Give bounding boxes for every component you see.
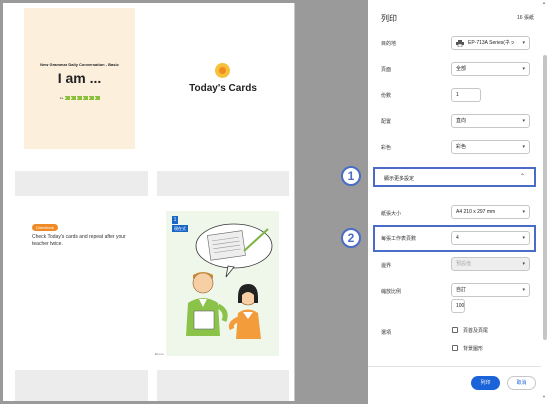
directions-text: Check Today's cards and repeat after you… bbox=[32, 234, 126, 247]
pages-value: 全部 bbox=[456, 66, 467, 72]
scale-label: 縮放比例 bbox=[381, 289, 402, 295]
chevron-down-icon: ▾ bbox=[522, 209, 525, 215]
cover-level-code: Lv. 1 1 1 1 1 1 bbox=[60, 96, 100, 100]
more-settings-label: 顯示更多設定 bbox=[384, 176, 415, 182]
options-label: 選項 bbox=[381, 330, 392, 336]
scale-value: 自訂 bbox=[456, 287, 467, 293]
cover-level-block: 1 bbox=[88, 96, 94, 100]
scale-input[interactable]: 100 bbox=[451, 299, 465, 313]
scroll-down-arrow[interactable]: ▼ bbox=[542, 394, 546, 399]
cover-level-block: 1 bbox=[70, 96, 76, 100]
callout-2: 2 bbox=[341, 228, 361, 248]
color-label: 彩色 bbox=[381, 145, 392, 151]
pages-label: 頁面 bbox=[381, 67, 392, 73]
pages-per-sheet-value: 4 bbox=[456, 235, 459, 241]
cover-title: I am ... bbox=[57, 70, 102, 86]
paper-size-select[interactable]: A4 210 x 297 mm ▾ bbox=[451, 205, 530, 219]
sheet-count: 16 張紙 bbox=[517, 15, 534, 21]
layout-value: 直向 bbox=[456, 118, 467, 124]
scrollbar-thumb[interactable] bbox=[543, 55, 547, 340]
print-settings-panel: 列印 16 張紙 目的地 EP-713A Series(ネッ ▾ 頁面 全部 ▾… bbox=[368, 0, 550, 404]
cover-level-prefix: Lv. bbox=[60, 96, 64, 100]
illustration-image bbox=[186, 223, 273, 339]
preview-card-placeholder bbox=[15, 370, 148, 401]
margins-label: 邊界 bbox=[381, 263, 392, 269]
paper-size-label: 紙張大小 bbox=[381, 211, 402, 217]
destination-label: 目的地 bbox=[381, 41, 397, 47]
chevron-up-icon: ⌃ bbox=[519, 174, 525, 180]
destination-select[interactable]: EP-713A Series(ネッ ▾ bbox=[451, 36, 530, 50]
todays-cards-title: Today's Cards bbox=[189, 83, 257, 94]
destination-value: EP-713A Series(ネッ bbox=[468, 40, 515, 46]
more-settings-toggle[interactable]: 顯示更多設定 ⌃ bbox=[373, 167, 536, 187]
chevron-down-icon: ▾ bbox=[522, 235, 525, 241]
chevron-down-icon: ▾ bbox=[522, 66, 525, 72]
copies-input[interactable]: 1 bbox=[451, 88, 481, 102]
footer-divider bbox=[368, 366, 541, 367]
directions-badge: Directions bbox=[32, 224, 58, 231]
scale-select[interactable]: 自訂 ▾ bbox=[451, 283, 530, 297]
chevron-down-icon: ▾ bbox=[522, 144, 525, 150]
print-title: 列印 bbox=[381, 14, 397, 23]
preview-card-placeholder bbox=[15, 171, 148, 196]
preview-card-illustration: 1 現在式 bbox=[166, 211, 279, 356]
layout-label: 配置 bbox=[381, 119, 392, 125]
preview-card-placeholder bbox=[157, 370, 289, 401]
printer-icon bbox=[456, 40, 464, 47]
cover-level-block: 1 bbox=[76, 96, 82, 100]
cover-level-block: 1 bbox=[94, 96, 100, 100]
cover-series-text: New Grammar Daily Conversation - Basic bbox=[40, 62, 119, 67]
chevron-down-icon: ▾ bbox=[522, 261, 525, 267]
layout-select[interactable]: 直向 ▾ bbox=[451, 114, 530, 128]
print-button[interactable]: 列印 bbox=[471, 376, 500, 390]
chevron-down-icon: ▾ bbox=[522, 118, 525, 124]
cancel-button[interactable]: 取消 bbox=[507, 376, 536, 390]
print-preview: New Grammar Daily Conversation - Basic I… bbox=[0, 0, 367, 404]
cover-level-block: 1 bbox=[82, 96, 88, 100]
pages-per-sheet-select[interactable]: 4 ▾ bbox=[451, 231, 530, 245]
callout-1: 1 bbox=[341, 166, 361, 186]
color-value: 彩色 bbox=[456, 144, 467, 150]
background-graphics-checkbox[interactable] bbox=[452, 345, 458, 351]
scroll-up-arrow[interactable]: ▲ bbox=[542, 0, 546, 5]
headers-footers-label: 頁首及頁尾 bbox=[463, 328, 489, 334]
pages-per-sheet-label: 每張工作表頁數 bbox=[381, 236, 417, 242]
margins-value: 預設值 bbox=[456, 261, 472, 267]
preview-page: New Grammar Daily Conversation - Basic I… bbox=[3, 3, 295, 401]
illustration-credit: Ern.co bbox=[155, 352, 164, 356]
color-select[interactable]: 彩色 ▾ bbox=[451, 140, 530, 154]
preview-card-placeholder bbox=[157, 171, 289, 196]
cover-level-block: 1 bbox=[64, 96, 70, 100]
preview-card-cover: New Grammar Daily Conversation - Basic I… bbox=[24, 8, 135, 149]
copies-label: 份數 bbox=[381, 93, 392, 99]
background-graphics-label: 背景圖形 bbox=[463, 346, 484, 352]
margins-select: 預設值 ▾ bbox=[451, 257, 530, 271]
chevron-down-icon: ▾ bbox=[522, 287, 525, 293]
sun-icon bbox=[215, 63, 230, 78]
pages-select[interactable]: 全部 ▾ bbox=[451, 62, 530, 76]
paper-size-value: A4 210 x 297 mm bbox=[456, 209, 496, 215]
headers-footers-checkbox[interactable] bbox=[452, 327, 458, 333]
chevron-down-icon: ▾ bbox=[522, 40, 525, 46]
